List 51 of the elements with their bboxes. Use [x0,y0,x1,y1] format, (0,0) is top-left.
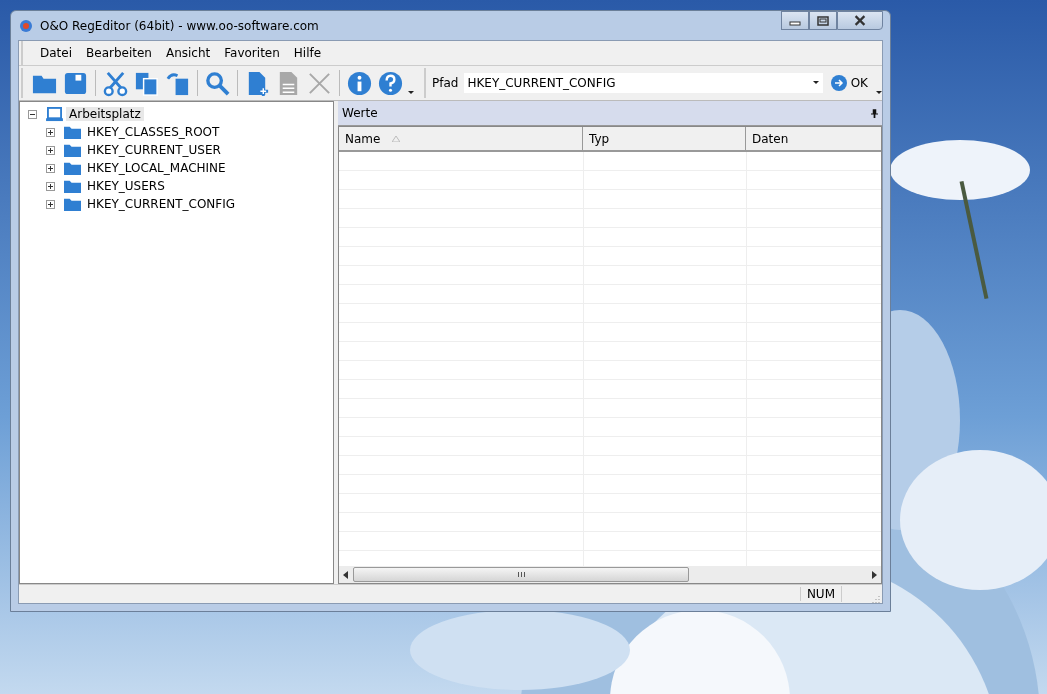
caret-icon[interactable] [408,91,414,95]
close-icon [853,15,867,26]
menu-item[interactable]: Ansicht [158,46,218,60]
column-header[interactable]: Name [339,127,583,150]
pin-icon[interactable] [871,108,878,118]
computer-icon [46,106,63,122]
menu-item[interactable]: Hilfe [286,46,329,60]
folder-icon [64,196,81,212]
scroll-left-icon[interactable] [343,570,349,579]
maximize-button[interactable] [809,11,837,30]
menu-item[interactable]: Favoriten [217,46,287,60]
ok-button[interactable]: OK [828,75,870,91]
tree-item[interactable]: HKEY_CURRENT_CONFIG [84,197,239,211]
tree-item[interactable]: HKEY_CLASSES_ROOT [84,125,223,139]
expander-icon[interactable] [46,127,55,137]
panel-title: Werte [342,106,378,120]
folder-icon [64,178,81,194]
num-lock-indicator: NUM [799,587,841,601]
path-label: Pfad [432,76,459,90]
folder-icon [64,124,81,140]
path-combo[interactable]: HKEY_CURRENT_CONFIG [464,73,823,93]
folder-icon [64,160,81,176]
minimize-button[interactable] [781,11,809,30]
expander-icon[interactable] [46,145,55,155]
menu-item[interactable]: Datei [33,46,79,60]
sort-arrow-icon [392,135,401,142]
cut-icon[interactable] [102,69,129,97]
app-icon [18,17,34,34]
menu-item[interactable]: Bearbeiten [79,46,159,60]
expander-icon[interactable] [46,199,55,209]
tree-item[interactable]: HKEY_USERS [84,179,168,193]
horizontal-scrollbar[interactable] [339,566,881,583]
help-icon[interactable] [377,69,404,97]
info-icon[interactable] [346,69,373,97]
column-header[interactable]: Typ [583,127,746,150]
expander-icon[interactable] [46,163,55,173]
caret-icon[interactable] [876,91,882,95]
column-header[interactable]: Daten [746,127,881,150]
close-button[interactable] [837,11,883,30]
window-title: O&O RegEditor (64bit) - www.oo-software.com [40,18,319,33]
folder-icon [64,142,81,158]
search-icon[interactable] [204,69,231,97]
expander-icon[interactable] [46,181,55,191]
maximize-icon [817,15,829,26]
expander-icon[interactable] [28,109,37,119]
tree-item[interactable]: Arbeitsplatz [66,107,144,121]
tree-item[interactable]: HKEY_CURRENT_USER [84,143,224,157]
caret-icon[interactable] [812,81,819,85]
scroll-right-icon[interactable] [871,570,877,579]
tree-item[interactable]: HKEY_LOCAL_MACHINE [84,161,229,175]
resize-grip-icon[interactable] [870,593,880,603]
